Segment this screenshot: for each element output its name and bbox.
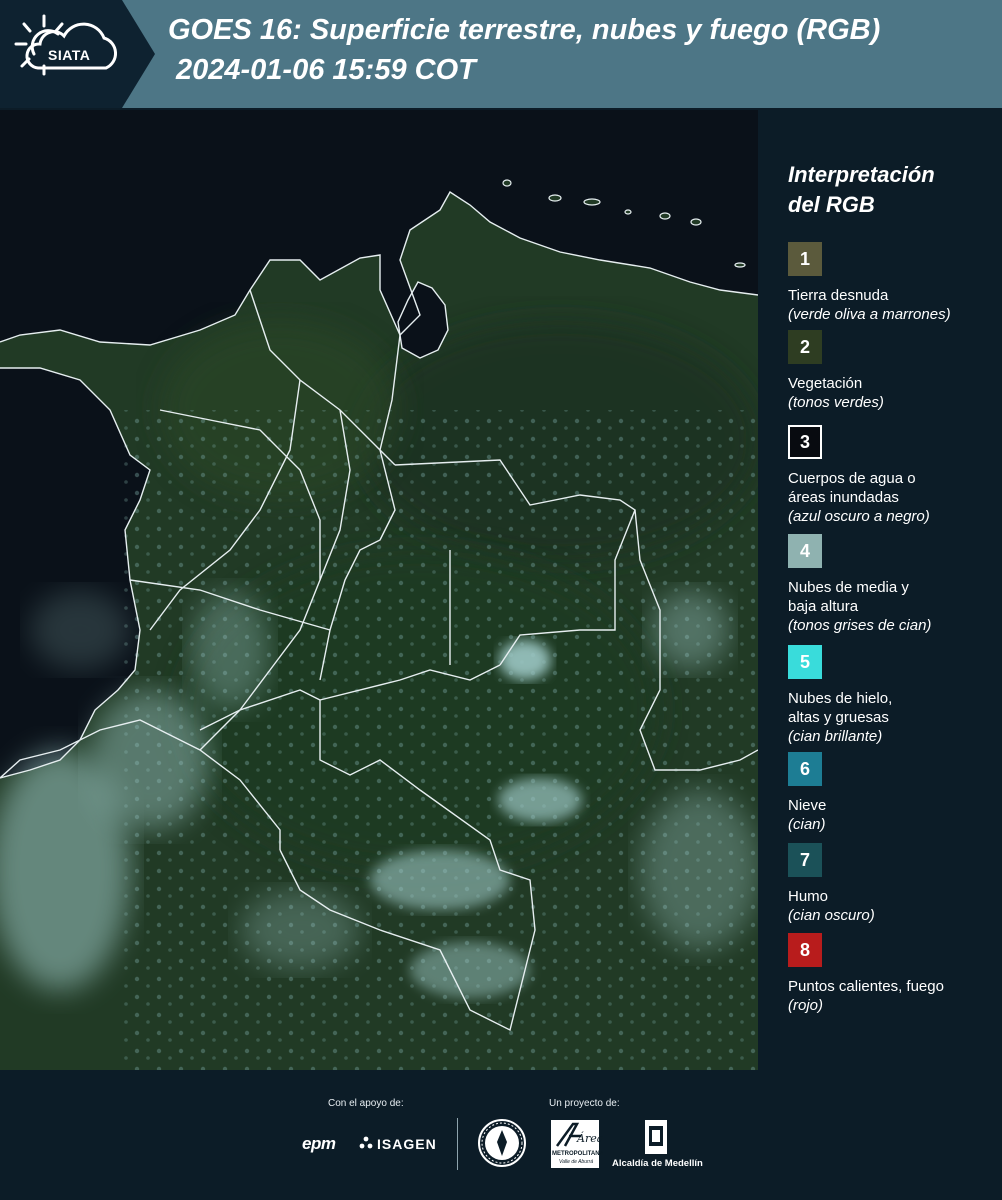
legend-title-line2: del RGB <box>788 192 875 217</box>
legend-sublabel: (tonos grises de cian) <box>788 617 932 634</box>
legend-sublabel: (cian) <box>788 816 826 833</box>
legend-panel: Interpretación del RGB 1 Tierra desnuda (v… <box>788 160 994 1014</box>
legend-swatch: 8 <box>788 933 822 967</box>
legend-item: 5 Nubes de hielo, altas y gruesas (cian bri… <box>788 645 994 746</box>
legend-swatch: 4 <box>788 534 822 568</box>
legend-label-line: Vegetación <box>788 375 863 392</box>
siata-logo[interactable]: SIATA <box>0 0 155 108</box>
legend-label-line: altas y gruesas <box>788 709 889 726</box>
metropolitana-text: METROPOLITANA <box>552 1151 604 1157</box>
legend-label: Nieve (cian) <box>788 796 994 834</box>
legend-sublabel: (cian oscuro) <box>788 907 875 924</box>
legend-label-line: Puntos calientes, fuego <box>788 978 944 995</box>
legend-item: 8 Puntos calientes, fuego (rojo) <box>788 933 994 1015</box>
legend-label-line: Tierra desnuda <box>788 287 889 304</box>
legend-swatch: 6 <box>788 752 822 786</box>
legend-swatch: 1 <box>788 242 822 276</box>
legend-item: 3 Cuerpos de agua o áreas inundadas (azul o… <box>788 425 994 526</box>
legend-swatch: 5 <box>788 645 822 679</box>
legend-swatch: 2 <box>788 330 822 364</box>
legend-label: Cuerpos de agua o áreas inundadas (azul os… <box>788 469 994 526</box>
legend-label-line: Nubes de hielo, <box>788 690 893 707</box>
legend-label-line: Cuerpos de agua o <box>788 470 916 487</box>
satellite-map-svg <box>0 110 758 1070</box>
legend-label: Puntos calientes, fuego (rojo) <box>788 977 994 1015</box>
isagen-logo[interactable]: ISAGEN <box>377 1136 437 1152</box>
legend-sublabel: (azul oscuro a negro) <box>788 508 930 525</box>
legend-label: Nubes de media y baja altura (tonos grises… <box>788 578 994 635</box>
legend-label-line: baja altura <box>788 598 859 615</box>
legend-swatch: 3 <box>788 425 822 459</box>
legend-sublabel: (rojo) <box>788 997 824 1014</box>
legend-label: Vegetación (tonos verdes) <box>788 374 994 412</box>
logo-text: SIATA <box>48 47 91 63</box>
satellite-map[interactable] <box>0 110 758 1070</box>
legend-item: 2 Vegetación (tonos verdes) <box>788 330 994 412</box>
project-label: Un proyecto de: <box>549 1098 620 1109</box>
legend-sublabel: (cian brillante) <box>788 728 883 745</box>
legend-label: Nubes de hielo, altas y gruesas (cian bril… <box>788 689 994 746</box>
alcaldia-medellin-logo[interactable]: Alcaldía de Medellín <box>612 1158 703 1169</box>
legend-title-line1: Interpretación <box>788 162 935 187</box>
legend-label-line: Humo <box>788 888 829 905</box>
footer-divider <box>457 1118 458 1170</box>
legend-item: 7 Humo (cian oscuro) <box>788 843 994 925</box>
valle-aburra-text: Valle de Aburrá <box>559 1159 594 1165</box>
epm-logo[interactable]: epm <box>302 1134 336 1154</box>
legend-sublabel: (verde oliva a marrones) <box>788 306 951 323</box>
legend-label: Humo (cian oscuro) <box>788 887 994 925</box>
header-bar: SIATA GOES 16: Superficie terrestre, nub… <box>0 0 1002 108</box>
legend-sublabel: (tonos verdes) <box>788 394 884 411</box>
isagen-icon <box>359 1136 373 1149</box>
legend-label-line: áreas inundadas <box>788 489 899 506</box>
page-title: GOES 16: Superficie terrestre, nubes y f… <box>168 14 881 46</box>
legend-title: Interpretación del RGB <box>788 160 994 220</box>
support-label: Con el apoyo de: <box>328 1098 404 1109</box>
legend-item: 6 Nieve (cian) <box>788 752 994 834</box>
medellin-shield-icon <box>645 1120 667 1154</box>
footer: Con el apoyo de: Un proyecto de: epm ISA… <box>0 1072 1002 1200</box>
legend-label: Tierra desnuda (verde oliva a marrones) <box>788 286 994 324</box>
legend-label-line: Nieve <box>788 797 827 814</box>
legend-item: 1 Tierra desnuda (verde oliva a marrones) <box>788 242 994 324</box>
area-script-text: Área <box>577 1132 604 1145</box>
legend-item: 4 Nubes de media y baja altura (tonos grise… <box>788 534 994 635</box>
legend-swatch: 7 <box>788 843 822 877</box>
seal-icon[interactable] <box>477 1118 527 1168</box>
area-metropolitana-logo[interactable]: Área METROPOLITANA Valle de Aburrá <box>551 1120 604 1168</box>
page-timestamp: 2024-01-06 15:59 COT <box>176 54 476 86</box>
legend-label-line: Nubes de media y <box>788 579 909 596</box>
